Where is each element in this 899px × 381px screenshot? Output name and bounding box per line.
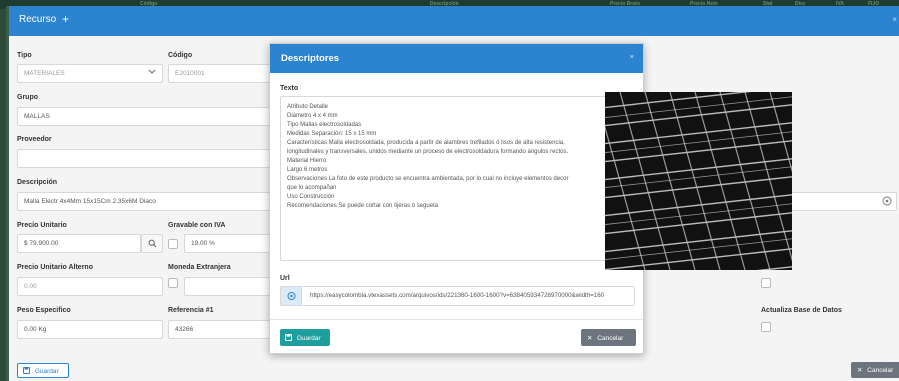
actualiza-checkbox[interactable]	[761, 322, 771, 332]
add-icon[interactable]: +	[62, 12, 69, 26]
texto-line: longitudinales y transversales, unidos m…	[287, 149, 569, 155]
close-icon: ✕	[857, 367, 863, 374]
texto-line: Diámetro 4 x 4 mm	[287, 113, 338, 119]
close-icon[interactable]: ×	[892, 15, 897, 24]
texto-textarea[interactable]: Atributo Detalle Diámetro 4 x 4 mm Tipo …	[280, 96, 635, 261]
peso-value: 0.00 Kg	[24, 326, 47, 333]
descriptores-modal: Descriptores × Texto Atributo Detalle Di…	[269, 43, 644, 354]
precio-alterno-label: Precio Unitario Alterno	[17, 264, 93, 271]
modal-title: Descriptores	[281, 53, 340, 64]
precio-alterno-field[interactable]: 0.00	[17, 277, 163, 296]
proveedor-field[interactable]	[17, 149, 279, 168]
modal-header: Descriptores ×	[270, 44, 643, 73]
modal-cancel-label: Cancelar	[597, 335, 624, 342]
url-value: https://easycolombia.vtexassets.com/arqu…	[310, 292, 605, 299]
grupo-value: MALLAS	[24, 113, 50, 120]
texto-line: Medidas Separación: 15 x 15 mm	[287, 131, 377, 137]
search-icon	[148, 239, 157, 250]
form-header: Recurso + ×	[9, 6, 899, 36]
moneda-field[interactable]	[184, 277, 279, 296]
texto-line: que lo acompañan	[287, 185, 337, 191]
cancel-button-label: Cancelar	[867, 367, 894, 374]
save-icon	[285, 334, 292, 343]
moneda-label: Moneda Extranjera	[168, 264, 231, 271]
texto-label: Texto	[280, 85, 299, 92]
modal-divider	[270, 319, 643, 320]
precio-unitario-field[interactable]: $ 79,900.00	[17, 234, 141, 253]
modal-save-button[interactable]: Guardar	[280, 329, 330, 346]
gravable-checkbox[interactable]	[168, 239, 178, 249]
texto-line: Material Hierro	[287, 158, 327, 164]
texto-line: Tipo Mallas electrosoldadas	[287, 122, 362, 128]
tipo-value: MATERIALES	[24, 70, 65, 77]
referencia-label: Referencia #1	[168, 307, 214, 314]
codigo-label: Código	[168, 52, 193, 59]
modal-cancel-button[interactable]: ✕ Cancelar	[581, 329, 636, 346]
texto-line: Uso Construcción	[287, 194, 335, 200]
chevron-down-icon	[148, 69, 156, 77]
codigo-field[interactable]: E2010001	[168, 64, 278, 83]
save-button-label: Guardar	[34, 368, 59, 376]
moneda-checkbox[interactable]	[168, 278, 178, 288]
grupo-field[interactable]: MALLAS	[17, 107, 279, 126]
texto-line: Atributo Detalle	[287, 104, 329, 110]
url-field[interactable]: https://easycolombia.vtexassets.com/arqu…	[280, 286, 635, 306]
codigo-value: E2010001	[175, 70, 205, 77]
referencia-value: 43266	[175, 326, 194, 333]
save-icon	[23, 367, 30, 376]
peso-field[interactable]: 0.00 Kg	[17, 320, 163, 339]
save-button[interactable]: Guardar	[17, 363, 69, 378]
descripcion-label: Descripción	[17, 179, 58, 186]
texto-line: Recomendaciones Se puede cortar con tije…	[287, 203, 439, 209]
precio-unitario-value: $ 79,900.00	[24, 240, 59, 247]
tipo-label: Tipo	[17, 52, 32, 59]
right-option-checkbox[interactable]	[761, 278, 771, 288]
descripcion-value: Malla Electr 4x4Mm 15x15Cm 2.35x6M Diaco	[24, 198, 156, 205]
globe-icon[interactable]	[882, 196, 892, 208]
gravable-field[interactable]: 19.00 %	[184, 234, 279, 253]
close-icon[interactable]: ×	[630, 54, 634, 61]
modal-save-label: Guardar	[296, 335, 321, 343]
actualiza-label: Actualiza Base de Datos	[761, 307, 842, 314]
texto-line: Largo 6 metros	[287, 167, 328, 173]
page-title: Recurso	[19, 14, 57, 25]
cancel-button[interactable]: ✕ Cancelar	[851, 362, 899, 378]
referencia-field[interactable]: 43266	[168, 320, 279, 339]
close-icon: ✕	[587, 335, 593, 342]
product-image	[605, 92, 792, 270]
search-button[interactable]	[141, 234, 163, 253]
gravable-label: Gravable con IVA	[168, 222, 226, 229]
globe-icon[interactable]	[281, 287, 302, 305]
gravable-value: 19.00 %	[191, 240, 215, 247]
url-label: Url	[280, 275, 290, 282]
peso-label: Peso Especifico	[17, 307, 71, 314]
precio-unitario-label: Precio Unitario	[17, 222, 67, 229]
grupo-label: Grupo	[17, 94, 38, 101]
precio-alterno-value: 0.00	[24, 283, 37, 290]
texto-line: Características Malla electrosoldada, pr…	[287, 140, 565, 146]
texto-line: Observaciones La foto de este producto s…	[287, 176, 569, 182]
tipo-select[interactable]: MATERIALES	[17, 64, 163, 83]
proveedor-label: Proveedor	[17, 136, 52, 143]
